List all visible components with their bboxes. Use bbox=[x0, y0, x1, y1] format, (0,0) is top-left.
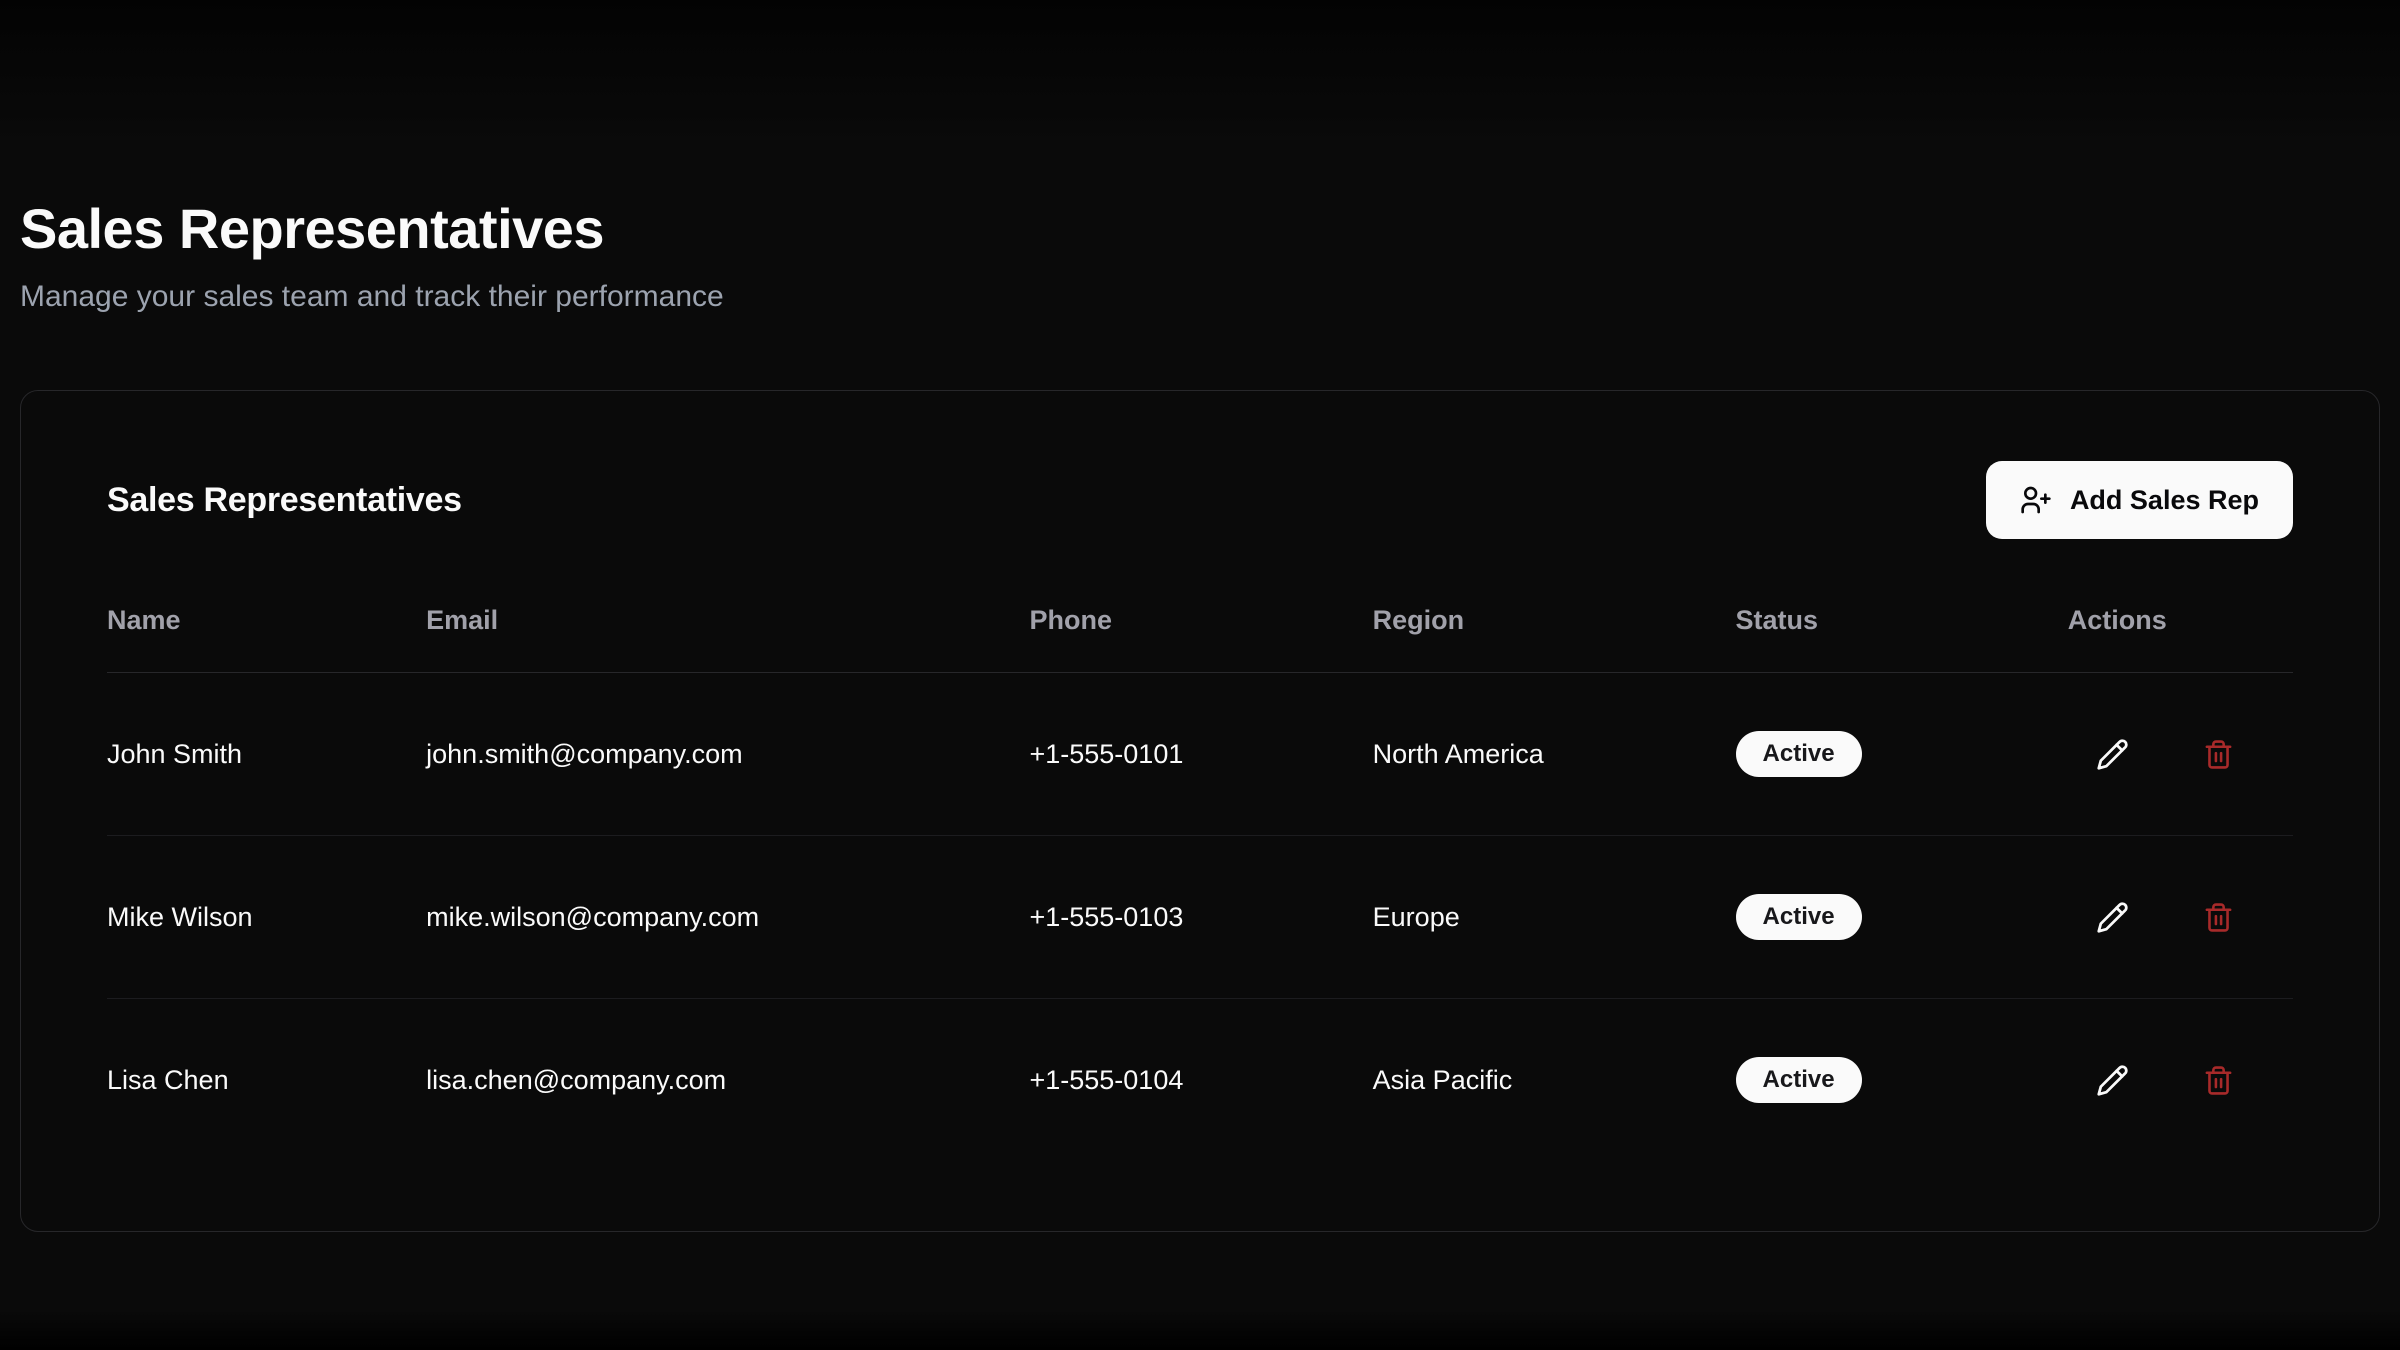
pencil-icon bbox=[2096, 1064, 2129, 1097]
rep-status-cell: Active bbox=[1736, 999, 2068, 1162]
rep-name: Mike Wilson bbox=[107, 836, 426, 999]
rep-phone: +1-555-0103 bbox=[1029, 836, 1372, 999]
table-row: Lisa Chen lisa.chen@company.com +1-555-0… bbox=[107, 999, 2293, 1162]
rep-email: lisa.chen@company.com bbox=[426, 999, 1029, 1162]
status-badge: Active bbox=[1736, 1057, 1862, 1103]
table-header-row: NameEmailPhoneRegionStatusActions bbox=[107, 605, 2293, 673]
rep-name: Lisa Chen bbox=[107, 999, 426, 1162]
sales-reps-table: NameEmailPhoneRegionStatusActions John S… bbox=[107, 605, 2293, 1161]
page-subtitle: Manage your sales team and track their p… bbox=[20, 278, 2380, 316]
edit-button[interactable] bbox=[2090, 1058, 2135, 1103]
card-title: Sales Representatives bbox=[107, 481, 462, 520]
rep-email: mike.wilson@company.com bbox=[426, 836, 1029, 999]
pencil-icon bbox=[2096, 738, 2129, 771]
actions-group bbox=[2068, 1058, 2293, 1103]
rep-phone: +1-555-0101 bbox=[1029, 673, 1372, 836]
status-badge: Active bbox=[1736, 731, 1862, 777]
page-title: Sales Representatives bbox=[20, 196, 2380, 262]
trash-icon bbox=[2203, 1065, 2234, 1096]
column-header-name: Name bbox=[107, 605, 426, 673]
page: Sales Representatives Manage your sales … bbox=[0, 0, 2400, 1232]
delete-button[interactable] bbox=[2197, 896, 2240, 939]
add-sales-rep-button[interactable]: Add Sales Rep bbox=[1986, 461, 2293, 539]
column-header-status: Status bbox=[1736, 605, 2068, 673]
add-sales-rep-label: Add Sales Rep bbox=[2070, 485, 2259, 516]
status-badge: Active bbox=[1736, 894, 1862, 940]
table-row: Mike Wilson mike.wilson@company.com +1-5… bbox=[107, 836, 2293, 999]
user-plus-icon bbox=[2020, 484, 2052, 516]
rep-region: North America bbox=[1373, 673, 1736, 836]
pencil-icon bbox=[2096, 901, 2129, 934]
actions-group bbox=[2068, 895, 2293, 940]
rep-phone: +1-555-0104 bbox=[1029, 999, 1372, 1162]
table-body: John Smith john.smith@company.com +1-555… bbox=[107, 673, 2293, 1162]
column-header-email: Email bbox=[426, 605, 1029, 673]
table-header: NameEmailPhoneRegionStatusActions bbox=[107, 605, 2293, 673]
table-row: John Smith john.smith@company.com +1-555… bbox=[107, 673, 2293, 836]
edit-button[interactable] bbox=[2090, 732, 2135, 777]
rep-actions-cell bbox=[2068, 673, 2293, 836]
delete-button[interactable] bbox=[2197, 733, 2240, 776]
column-header-actions: Actions bbox=[2068, 605, 2293, 673]
rep-status-cell: Active bbox=[1736, 673, 2068, 836]
rep-region: Europe bbox=[1373, 836, 1736, 999]
rep-name: John Smith bbox=[107, 673, 426, 836]
delete-button[interactable] bbox=[2197, 1059, 2240, 1102]
rep-actions-cell bbox=[2068, 836, 2293, 999]
trash-icon bbox=[2203, 739, 2234, 770]
sales-reps-card: Sales Representatives Add Sales Rep Name… bbox=[20, 390, 2380, 1232]
rep-region: Asia Pacific bbox=[1373, 999, 1736, 1162]
column-header-region: Region bbox=[1373, 605, 1736, 673]
rep-email: john.smith@company.com bbox=[426, 673, 1029, 836]
trash-icon bbox=[2203, 902, 2234, 933]
edit-button[interactable] bbox=[2090, 895, 2135, 940]
actions-group bbox=[2068, 732, 2293, 777]
card-header: Sales Representatives Add Sales Rep bbox=[107, 461, 2293, 539]
column-header-phone: Phone bbox=[1029, 605, 1372, 673]
rep-status-cell: Active bbox=[1736, 836, 2068, 999]
rep-actions-cell bbox=[2068, 999, 2293, 1162]
